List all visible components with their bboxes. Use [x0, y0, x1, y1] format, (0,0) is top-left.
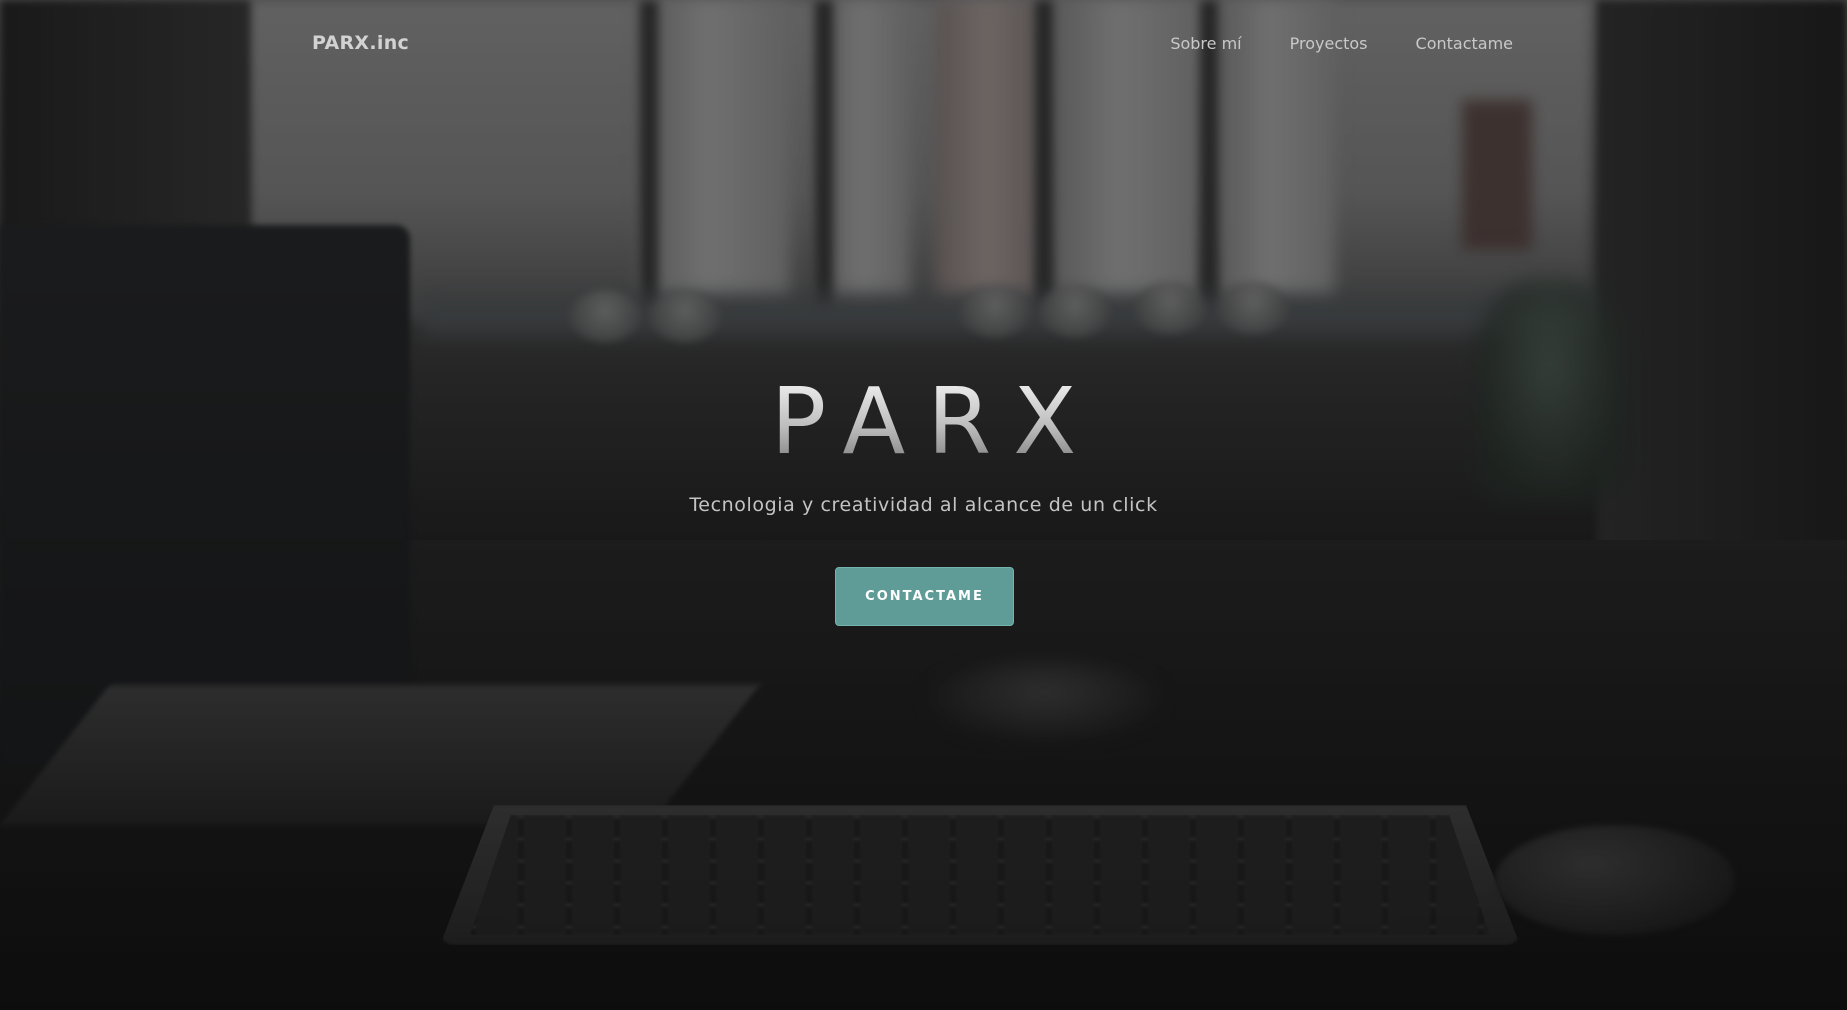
hero-title: PARX	[0, 376, 1847, 468]
hero-subtitle: Tecnologia y creatividad al alcance de u…	[689, 494, 1158, 516]
hero-section: PARX Tecnologia y creatividad al alcance…	[0, 0, 1847, 1010]
contact-cta-button[interactable]: CONTACTAME	[835, 567, 1014, 626]
